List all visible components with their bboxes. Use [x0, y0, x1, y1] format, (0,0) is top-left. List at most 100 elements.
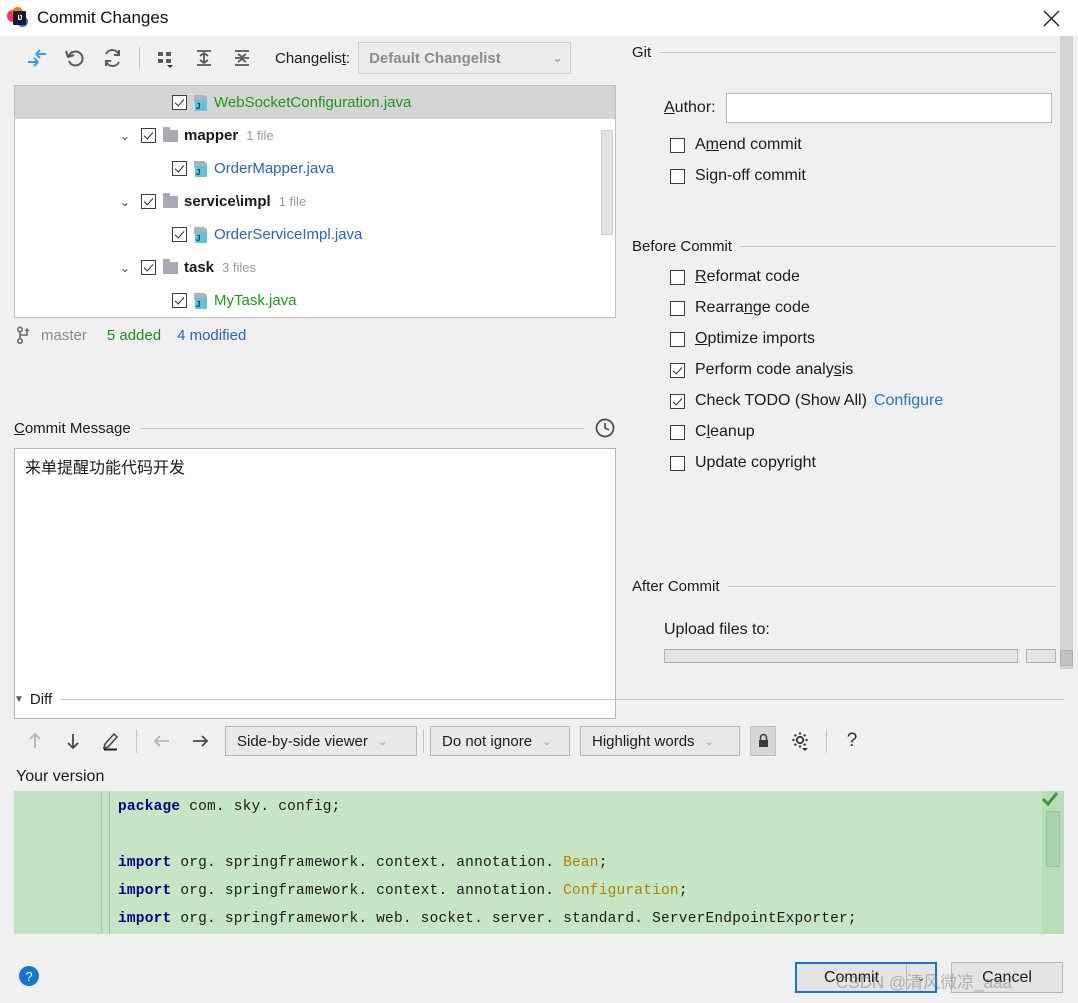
tree-row[interactable]: ⌄ mapper 1 file [15, 119, 615, 152]
expand-arrow-icon[interactable]: ⌄ [115, 195, 135, 209]
accept-right-icon[interactable] [181, 724, 219, 758]
checkbox-row-update-copyright[interactable]: Update copyright [670, 454, 1056, 472]
amend-commit-checkbox[interactable] [670, 137, 685, 153]
after-commit-header: After Commit [632, 578, 1056, 595]
section-divider [659, 52, 1056, 53]
check-todo-checkbox[interactable] [670, 393, 685, 409]
ignore-mode-dropdown[interactable]: Do not ignore ⌄ [430, 726, 570, 756]
expand-arrow-icon[interactable]: ⌄ [115, 129, 135, 143]
right-panel-scrollbar-thumb[interactable] [1060, 650, 1073, 666]
rollback-icon[interactable] [56, 41, 94, 75]
accept-left-icon[interactable] [143, 724, 181, 758]
file-count: 1 file [246, 128, 274, 143]
rearrange-code-checkbox[interactable] [670, 300, 685, 316]
sign-off-commit-checkbox[interactable] [670, 168, 685, 184]
changelist-dropdown[interactable]: Default Changelist ⌄ [358, 42, 572, 74]
file-name: OrderMapper.java [214, 160, 335, 177]
file-name: service\impl [184, 193, 271, 210]
perform-code-analysis-checkbox[interactable] [670, 362, 685, 378]
reformat-code-checkbox[interactable] [670, 269, 685, 285]
expand-arrow-icon[interactable]: ⌄ [115, 261, 135, 275]
rearrange-code-label: Rearrange code [695, 299, 810, 316]
checkbox-row-cleanup[interactable]: Cleanup [670, 423, 1056, 441]
tree-row[interactable]: ⌄ service\impl 1 file [15, 185, 615, 218]
upload-files-input[interactable] [664, 649, 1019, 663]
group-by-icon[interactable] [147, 41, 185, 75]
file-checkbox[interactable] [141, 260, 156, 275]
cleanup-checkbox[interactable] [670, 424, 685, 440]
file-checkbox[interactable] [141, 128, 156, 143]
commit-button-group[interactable]: Commit ⌄ [795, 962, 937, 993]
refresh-icon[interactable] [94, 41, 132, 75]
changed-files-tree[interactable]: J WebSocketConfiguration.java ⌄ mapper 1 fil… [14, 85, 616, 318]
author-label: Author: [664, 99, 716, 116]
tree-row[interactable]: J OrderMapper.java [15, 152, 615, 185]
added-count: 5 added [106, 326, 162, 344]
code-scrollbar-thumb[interactable] [1046, 811, 1060, 867]
close-icon[interactable] [1024, 0, 1078, 36]
update-copyright-checkbox[interactable] [670, 455, 685, 471]
diff-section-header[interactable]: ▼ Diff [14, 691, 1064, 708]
file-checkbox[interactable] [141, 194, 156, 209]
file-checkbox[interactable] [172, 293, 187, 308]
file-checkbox[interactable] [172, 227, 187, 242]
left-panel: Changelist: Default Changelist ⌄ J WebSoc… [0, 36, 628, 719]
file-count: 1 file [278, 194, 307, 209]
optimize-imports-checkbox[interactable] [670, 331, 685, 347]
previous-difference-icon[interactable] [16, 724, 54, 758]
author-input[interactable] [725, 93, 1052, 123]
tree-row[interactable]: J WebSocketConfiguration.java [15, 86, 615, 119]
checkbox-row-check-todo[interactable]: Check TODO (Show All) Configure [670, 392, 1056, 410]
file-checkbox[interactable] [172, 161, 187, 176]
diff-code-pane[interactable]: 1package com. sky. config;23import org. … [14, 791, 1064, 934]
lock-icon[interactable] [750, 726, 776, 756]
viewer-mode-dropdown[interactable]: Side-by-side viewer ⌄ [225, 726, 417, 756]
checkbox-row-optimize-imports[interactable]: Optimize imports [670, 330, 1056, 348]
configure-link[interactable]: Configure [874, 392, 943, 410]
file-checkbox[interactable] [172, 95, 187, 110]
checkbox-row-amend-commit[interactable]: Amend commit [670, 136, 1056, 154]
commit-message-label: Commit Message [14, 419, 131, 437]
git-section: Git Author: Amend commit Sign-off commit [632, 44, 1056, 185]
collapse-triangle-icon[interactable]: ▼ [14, 694, 24, 705]
tree-scrollbar-thumb[interactable] [601, 130, 613, 235]
cancel-button[interactable]: Cancel [951, 962, 1063, 993]
java-file-icon: J [194, 94, 209, 111]
checkbox-row-perform-code-analysis[interactable]: Perform code analysis [670, 361, 1056, 379]
commit-message-input[interactable]: 来单提醒功能代码开发 [14, 448, 616, 719]
checkbox-row-sign-off-commit[interactable]: Sign-off commit [670, 167, 1056, 185]
git-section-header: Git [632, 44, 1056, 61]
before-commit-title: Before Commit [632, 238, 733, 255]
svg-text:?: ? [25, 969, 32, 984]
tree-row[interactable]: J MyTask.java [15, 284, 615, 317]
chevron-down-icon: ⌄ [552, 52, 563, 65]
file-name: MyTask.java [214, 292, 297, 309]
modified-count: 4 modified [177, 326, 247, 344]
expand-all-icon[interactable] [185, 41, 223, 75]
highlight-mode-dropdown[interactable]: Highlight words ⌄ [580, 726, 740, 756]
question-mark-icon[interactable]: ? [833, 724, 871, 758]
edit-icon[interactable] [92, 724, 130, 758]
file-name: WebSocketConfiguration.java [214, 94, 412, 111]
java-file-icon: J [194, 292, 209, 309]
section-divider [740, 246, 1056, 247]
commit-options-chevron-down-icon[interactable]: ⌄ [907, 964, 935, 991]
chevron-down-icon: ⌄ [704, 735, 714, 748]
commit-button[interactable]: Commit [797, 964, 906, 991]
help-icon[interactable]: ? [18, 965, 40, 987]
tree-row[interactable]: ⌄ task 3 files [15, 251, 615, 284]
right-panel-scrollbar-track[interactable] [1060, 36, 1073, 669]
collapse-all-icon[interactable] [223, 41, 261, 75]
amend-commit-label: Amend commit [695, 136, 802, 153]
tree-row[interactable]: J OrderServiceImpl.java [15, 218, 615, 251]
before-commit-header: Before Commit [632, 238, 1056, 255]
checkbox-row-reformat-code[interactable]: Reformat code [670, 268, 1056, 286]
show-diff-icon[interactable] [18, 41, 56, 75]
dialog-footer: ? Commit ⌄ Cancel [0, 951, 1078, 1003]
intellij-idea-logo: IJ [7, 7, 28, 28]
gear-icon[interactable] [782, 724, 820, 758]
upload-browse-button[interactable] [1026, 649, 1056, 663]
checkbox-row-rearrange-code[interactable]: Rearrange code [670, 299, 1056, 317]
history-clock-icon[interactable] [594, 417, 616, 439]
next-difference-icon[interactable] [54, 724, 92, 758]
